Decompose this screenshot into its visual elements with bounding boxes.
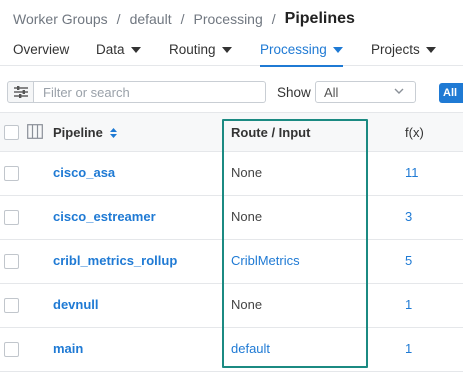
function-count-link[interactable]: 3 (405, 209, 412, 224)
caret-down-icon (130, 46, 141, 53)
pipeline-link[interactable]: main (53, 341, 83, 356)
tab-routing-label: Routing (169, 41, 216, 57)
table-row[interactable]: cribl_metrics_rollup CriblMetrics 5 (0, 240, 463, 284)
show-select-value: All (324, 84, 339, 100)
tab-routing[interactable]: Routing (169, 32, 232, 66)
filter-bar: Show All All (0, 66, 463, 112)
filter-sliders-icon (13, 86, 28, 98)
row-checkbox[interactable] (4, 166, 19, 181)
function-count-link[interactable]: 11 (405, 165, 419, 180)
route-input-value: None (231, 209, 263, 224)
breadcrumb: Worker Groups / default / Processing / P… (13, 9, 355, 29)
tab-projects[interactable]: Projects (371, 32, 436, 66)
all-toggle-label: All (443, 87, 458, 99)
tab-processing-label: Processing (260, 41, 327, 57)
sort-icon[interactable] (110, 127, 118, 138)
table-row[interactable]: devnull None 1 (0, 284, 463, 328)
column-header-pipeline-label: Pipeline (53, 125, 103, 140)
filter-options-button[interactable] (7, 81, 34, 103)
pipeline-link[interactable]: cisco_asa (53, 165, 115, 180)
row-checkbox[interactable] (4, 210, 19, 225)
all-toggle-button[interactable]: All (439, 83, 463, 103)
top-nav: Overview Data Routing Processing Project… (0, 32, 463, 67)
breadcrumb-separator: / (271, 11, 276, 27)
breadcrumb-separator: / (180, 11, 185, 27)
tab-projects-label: Projects (371, 41, 420, 57)
select-all-checkbox[interactable] (4, 125, 19, 140)
breadcrumb-worker-groups[interactable]: Worker Groups (13, 11, 108, 27)
tab-processing[interactable]: Processing (260, 32, 343, 67)
column-header-fx: f(x) (405, 125, 424, 140)
function-count-link[interactable]: 1 (405, 297, 412, 312)
caret-down-icon (221, 46, 232, 53)
tab-data-label: Data (96, 41, 125, 57)
function-count-link[interactable]: 5 (405, 253, 412, 268)
column-header-pipeline[interactable]: Pipeline (53, 125, 118, 140)
pipeline-link[interactable]: devnull (53, 297, 99, 312)
route-input-link[interactable]: default (231, 341, 270, 356)
function-count-link[interactable]: 1 (405, 341, 412, 356)
show-select[interactable]: All (315, 81, 416, 103)
tab-data[interactable]: Data (96, 32, 141, 66)
table-row[interactable]: cisco_estreamer None 3 (0, 196, 463, 240)
route-input-value: None (231, 297, 263, 312)
chevron-down-icon (394, 88, 404, 94)
pipelines-table: Pipeline Route / Input f(x) cisco_asa No… (0, 112, 463, 372)
breadcrumb-separator: / (116, 11, 121, 27)
tab-overview[interactable]: Overview (13, 32, 69, 66)
table-row[interactable]: cisco_asa None 11 (0, 152, 463, 196)
filter-search-input[interactable] (34, 81, 266, 103)
column-header-route-input: Route / Input (231, 125, 311, 140)
row-checkbox[interactable] (4, 342, 19, 357)
row-checkbox[interactable] (4, 254, 19, 269)
table-header: Pipeline Route / Input f(x) (0, 112, 463, 152)
columns-icon[interactable] (27, 124, 43, 139)
breadcrumb-default[interactable]: default (130, 11, 172, 27)
tab-overview-label: Overview (13, 41, 70, 57)
page-title: Pipelines (284, 10, 355, 27)
route-input-link[interactable]: CriblMetrics (231, 253, 300, 268)
caret-down-icon (332, 46, 343, 53)
route-input-value: None (231, 165, 263, 180)
pipeline-link[interactable]: cribl_metrics_rollup (53, 253, 177, 268)
table-row[interactable]: main default 1 (0, 328, 463, 372)
caret-down-icon (425, 46, 436, 53)
breadcrumb-processing[interactable]: Processing (194, 11, 263, 27)
pipeline-link[interactable]: cisco_estreamer (53, 209, 156, 224)
row-checkbox[interactable] (4, 298, 19, 313)
show-label: Show (277, 85, 311, 100)
